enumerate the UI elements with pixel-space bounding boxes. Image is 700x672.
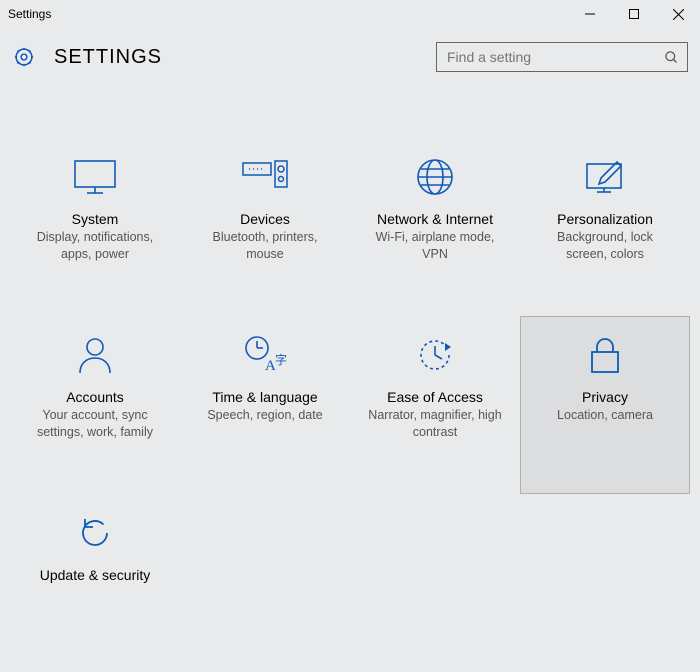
tile-title: System bbox=[72, 211, 119, 227]
tile-system[interactable]: System Display, notifications, apps, pow… bbox=[10, 138, 180, 316]
settings-grid: System Display, notifications, apps, pow… bbox=[0, 78, 700, 672]
tile-title: Time & language bbox=[212, 389, 317, 405]
tile-personalization[interactable]: Personalization Background, lock screen,… bbox=[520, 138, 690, 316]
tile-title: Accounts bbox=[66, 389, 124, 405]
search-box[interactable] bbox=[436, 42, 688, 72]
gear-icon bbox=[12, 45, 36, 69]
tile-desc: Background, lock screen, colors bbox=[529, 229, 681, 263]
accounts-icon bbox=[76, 329, 114, 381]
titlebar: Settings bbox=[0, 0, 700, 28]
tile-devices[interactable]: Devices Bluetooth, printers, mouse bbox=[180, 138, 350, 316]
tile-title: Network & Internet bbox=[377, 211, 493, 227]
tile-time[interactable]: A 字 Time & language Speech, region, date bbox=[180, 316, 350, 494]
tile-network[interactable]: Network & Internet Wi-Fi, airplane mode,… bbox=[350, 138, 520, 316]
tile-title: Ease of Access bbox=[387, 389, 483, 405]
svg-text:字: 字 bbox=[275, 352, 287, 367]
tile-desc: Your account, sync settings, work, famil… bbox=[19, 407, 171, 441]
update-icon bbox=[75, 507, 115, 559]
maximize-icon bbox=[629, 9, 639, 19]
tile-title: Personalization bbox=[557, 211, 653, 227]
personalization-icon bbox=[583, 151, 627, 203]
page-title: SETTINGS bbox=[54, 46, 162, 69]
tile-privacy[interactable]: Privacy Location, camera bbox=[520, 316, 690, 494]
close-button[interactable] bbox=[656, 0, 700, 28]
ease-icon bbox=[415, 329, 455, 381]
tile-title: Devices bbox=[240, 211, 290, 227]
tile-accounts[interactable]: Accounts Your account, sync settings, wo… bbox=[10, 316, 180, 494]
devices-icon bbox=[241, 151, 289, 203]
close-icon bbox=[673, 9, 684, 20]
tile-desc: Narrator, magnifier, high contrast bbox=[359, 407, 511, 441]
network-icon bbox=[415, 151, 455, 203]
tile-desc: Bluetooth, printers, mouse bbox=[189, 229, 341, 263]
tile-update[interactable]: Update & security bbox=[10, 494, 180, 672]
search-input[interactable] bbox=[445, 48, 664, 66]
time-icon: A 字 bbox=[243, 329, 287, 381]
system-icon bbox=[73, 151, 117, 203]
tile-title: Privacy bbox=[582, 389, 628, 405]
tile-desc: Location, camera bbox=[551, 407, 659, 424]
privacy-icon bbox=[588, 329, 622, 381]
tile-title: Update & security bbox=[40, 567, 151, 583]
window-title: Settings bbox=[8, 7, 51, 21]
tile-ease[interactable]: Ease of Access Narrator, magnifier, high… bbox=[350, 316, 520, 494]
tile-desc: Wi-Fi, airplane mode, VPN bbox=[359, 229, 511, 263]
window-controls bbox=[568, 0, 700, 28]
minimize-icon bbox=[585, 9, 595, 19]
header: SETTINGS bbox=[0, 28, 700, 78]
maximize-button[interactable] bbox=[612, 0, 656, 28]
minimize-button[interactable] bbox=[568, 0, 612, 28]
tile-desc: Display, notifications, apps, power bbox=[19, 229, 171, 263]
tile-desc: Speech, region, date bbox=[201, 407, 328, 424]
search-icon bbox=[664, 50, 679, 65]
